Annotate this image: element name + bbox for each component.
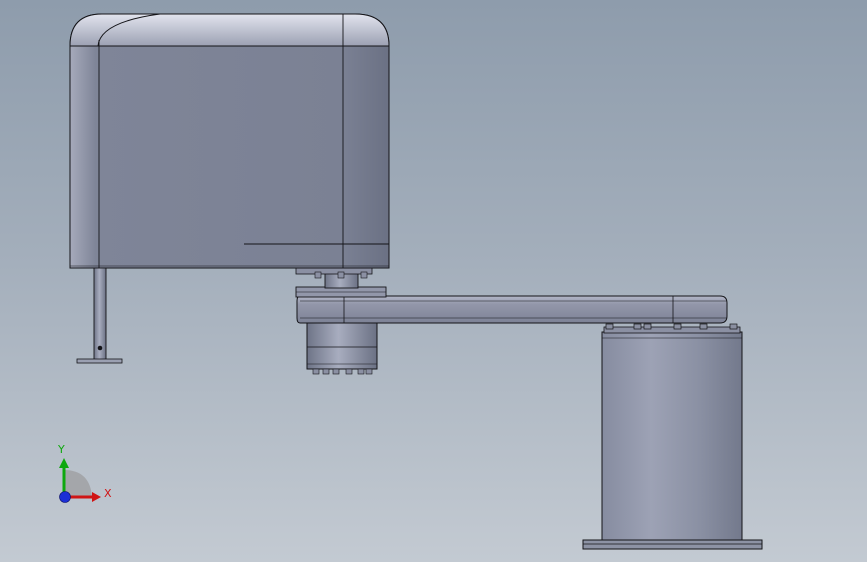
upper-housing[interactable] — [69, 13, 390, 269]
cad-graphics-viewport[interactable]: Y X — [0, 0, 867, 562]
elbow-joint-flange[interactable] — [295, 266, 387, 298]
spindle-housing[interactable] — [306, 322, 378, 370]
base-column[interactable] — [582, 326, 763, 550]
scara-robot-model[interactable] — [0, 0, 867, 562]
triad-z-axis — [59, 491, 71, 503]
triad-y-label: Y — [58, 443, 65, 456]
arm-link[interactable] — [296, 295, 728, 324]
triad-x-label: X — [104, 487, 112, 500]
coordinate-triad — [59, 458, 101, 503]
tool-shaft[interactable] — [76, 267, 123, 364]
spindle-bolts — [312, 368, 373, 375]
